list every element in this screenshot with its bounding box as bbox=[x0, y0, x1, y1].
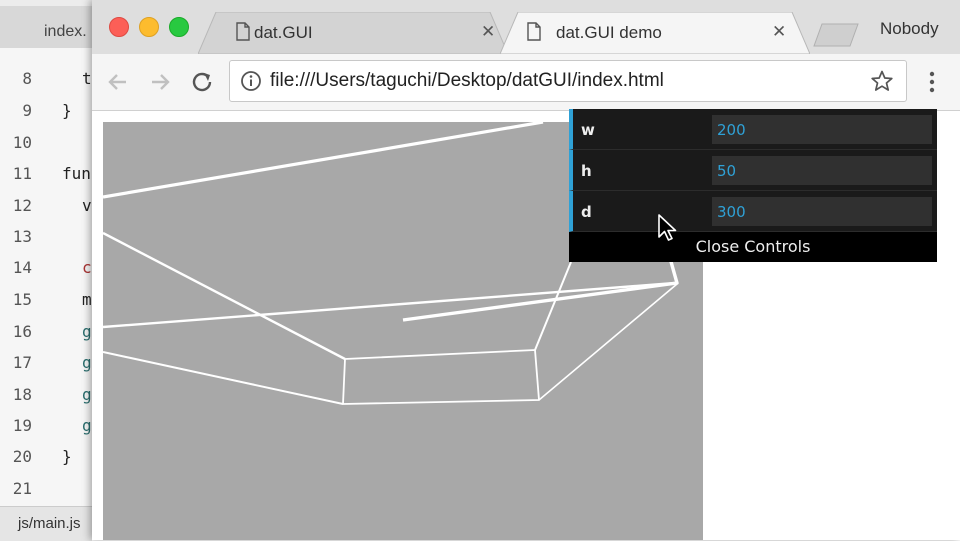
code-line: } bbox=[62, 101, 72, 120]
line-number: 10 bbox=[12, 133, 32, 152]
close-icon[interactable]: ✕ bbox=[772, 22, 786, 42]
line-number: 18 bbox=[12, 385, 32, 404]
line-number: 12 bbox=[12, 196, 32, 215]
width-input[interactable] bbox=[712, 115, 932, 144]
window-close-button[interactable] bbox=[109, 17, 129, 37]
vertical-dots-icon[interactable] bbox=[924, 68, 940, 96]
gui-row-w: w bbox=[569, 109, 937, 150]
browser-window: dat.GUI ✕ dat.GUI demo ✕ Nobody file:///… bbox=[92, 0, 960, 540]
line-number: 11 bbox=[12, 164, 32, 183]
depth-input[interactable] bbox=[712, 197, 932, 226]
tab-dat-gui[interactable]: dat.GUI ✕ bbox=[198, 12, 508, 54]
code-line: fun bbox=[62, 164, 91, 183]
line-number: 20 bbox=[12, 447, 32, 466]
address-bar[interactable]: file:///Users/taguchi/Desktop/datGUI/ind… bbox=[229, 60, 907, 102]
close-controls-button[interactable]: Close Controls bbox=[569, 232, 937, 262]
line-number: 13 bbox=[12, 227, 32, 246]
code-line: } bbox=[62, 447, 72, 466]
close-icon[interactable]: ✕ bbox=[481, 22, 495, 42]
new-tab-button[interactable] bbox=[812, 22, 862, 48]
editor-tab-label: index. bbox=[44, 23, 87, 40]
info-icon[interactable] bbox=[240, 70, 262, 92]
line-number: 21 bbox=[12, 479, 32, 498]
code-line: g bbox=[82, 416, 92, 435]
browser-toolbar: file:///Users/taguchi/Desktop/datGUI/ind… bbox=[92, 54, 960, 111]
url-text: file:///Users/taguchi/Desktop/datGUI/ind… bbox=[270, 70, 664, 91]
line-number: 15 bbox=[12, 290, 32, 309]
line-number: 16 bbox=[12, 322, 32, 341]
tab-strip: dat.GUI ✕ dat.GUI demo ✕ Nobody bbox=[92, 0, 960, 54]
line-number: 9 bbox=[22, 101, 32, 120]
gui-label: d bbox=[581, 203, 592, 221]
dat-gui-panel: w h d Close Controls bbox=[569, 109, 937, 262]
window-minimize-button[interactable] bbox=[139, 17, 159, 37]
tab-label: dat.GUI demo bbox=[556, 23, 662, 42]
gui-label: w bbox=[581, 121, 595, 139]
line-number: 14 bbox=[12, 258, 32, 277]
tab-dat-gui-demo[interactable]: dat.GUI demo ✕ bbox=[500, 12, 810, 54]
code-line: g bbox=[82, 385, 92, 404]
code-line: t bbox=[82, 69, 92, 88]
page-icon bbox=[236, 22, 250, 41]
gui-label: h bbox=[581, 162, 592, 180]
gui-row-h: h bbox=[569, 150, 937, 191]
mouse-cursor-icon bbox=[658, 214, 677, 241]
line-number: 19 bbox=[12, 416, 32, 435]
height-input[interactable] bbox=[712, 156, 932, 185]
arrow-right-icon[interactable] bbox=[144, 66, 176, 98]
code-line: v bbox=[82, 196, 92, 215]
code-line: g bbox=[82, 322, 92, 341]
editor-status-bar: js/main.js bbox=[0, 506, 92, 541]
gui-row-d: d bbox=[569, 191, 937, 232]
code-line: m bbox=[82, 290, 92, 309]
tab-label: dat.GUI bbox=[254, 23, 313, 42]
editor-file-path: js/main.js bbox=[18, 515, 81, 532]
profile-name[interactable]: Nobody bbox=[880, 19, 939, 39]
star-icon[interactable] bbox=[870, 69, 894, 93]
editor-gutter: 8 t 9 } 10 11 fun 12 v 13 14 c 15 m 16 g… bbox=[0, 48, 92, 506]
editor-tab[interactable]: index. bbox=[0, 6, 93, 48]
line-number: 17 bbox=[12, 353, 32, 372]
window-zoom-button[interactable] bbox=[169, 17, 189, 37]
arrow-left-icon[interactable] bbox=[102, 66, 134, 98]
line-number: 8 bbox=[22, 69, 32, 88]
reload-icon[interactable] bbox=[186, 66, 218, 98]
code-line: c bbox=[82, 258, 92, 277]
page-icon bbox=[527, 22, 541, 41]
page-viewport: w h d Close Controls bbox=[92, 109, 960, 540]
code-line: g bbox=[82, 353, 92, 372]
